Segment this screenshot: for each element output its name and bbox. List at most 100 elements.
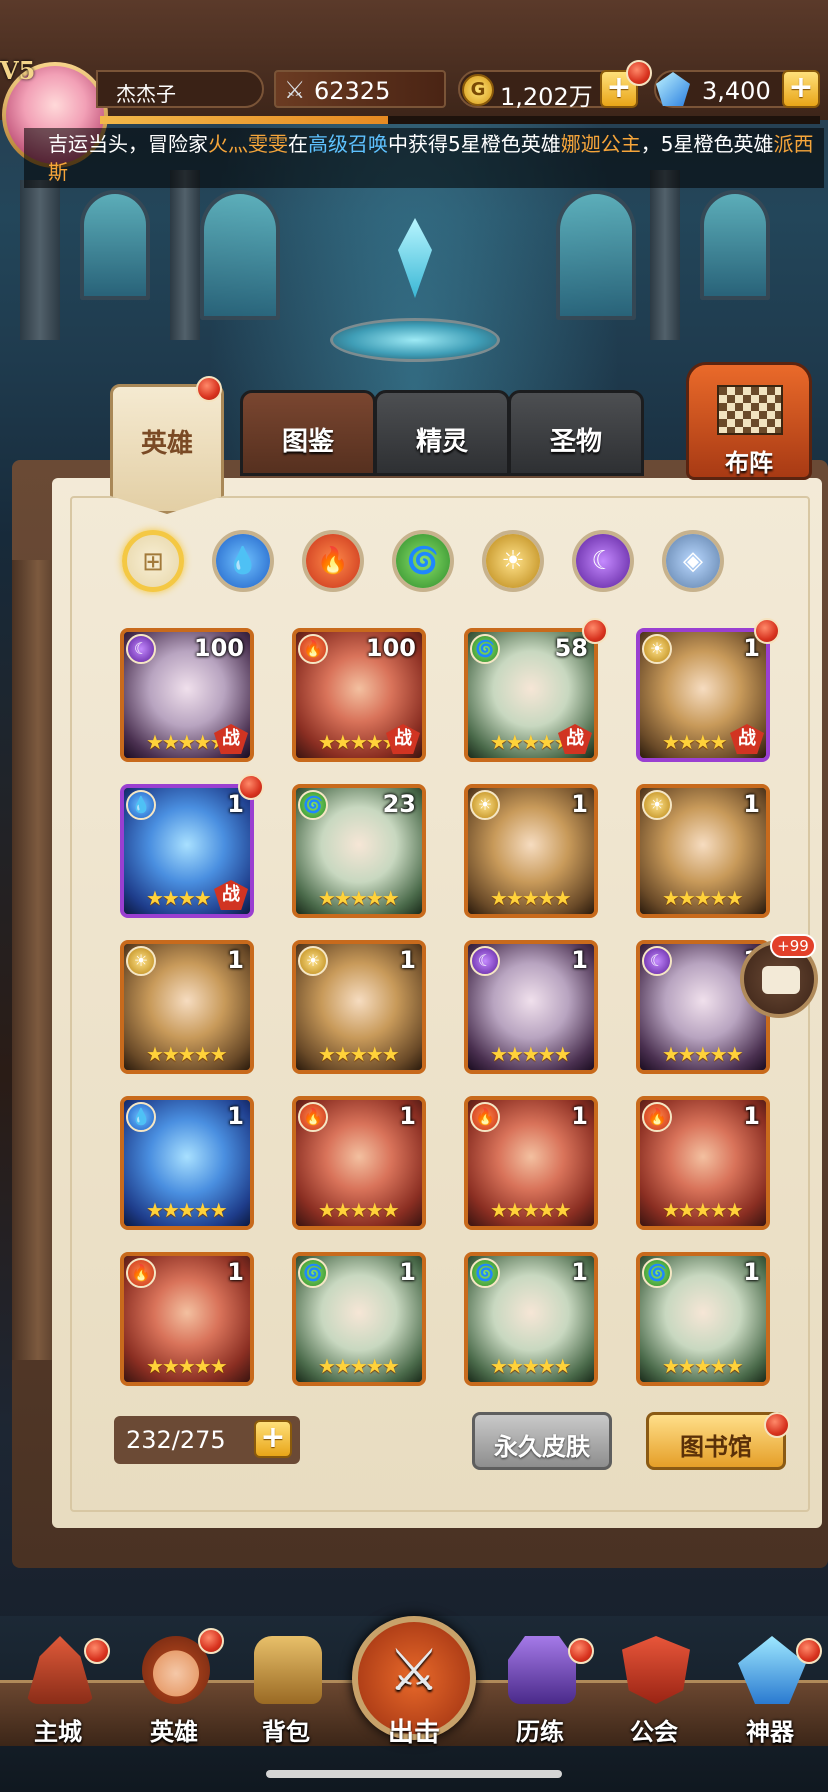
water-element-icon: 💧 — [126, 1102, 156, 1132]
tab-spirit[interactable]: 精灵 — [374, 390, 510, 476]
filter-light[interactable]: ☀ — [482, 530, 544, 592]
hero-card[interactable]: ☀ 1 ★★★★★ — [292, 940, 426, 1074]
player-name-box: 杰杰子 — [96, 70, 264, 108]
player-name: 杰杰子 — [116, 82, 176, 106]
hero-card[interactable]: 🔥 1 ★★★★★ — [464, 1096, 598, 1230]
hero-card[interactable]: 🌀 1 ★★★★★ — [464, 1252, 598, 1386]
tab-relic[interactable]: 圣物 — [508, 390, 644, 476]
notification-dot — [238, 774, 264, 800]
hero-card[interactable]: 🌀 1 ★★★★★ — [636, 1252, 770, 1386]
hero-card[interactable]: 💧 1 ★★★★★ — [120, 1096, 254, 1230]
announce-prefix: 吉运当头，冒险家 — [48, 132, 208, 156]
hero-card[interactable]: ☾ 1 ★★★★★ — [464, 940, 598, 1074]
light-element-icon: ☀ — [642, 634, 672, 664]
hero-card[interactable]: ☀ 1 ★★★★★ — [120, 940, 254, 1074]
hero-stars: ★★★★★ — [146, 1354, 228, 1378]
hero-level: 58 — [554, 634, 588, 662]
tab-codex[interactable]: 图鉴 — [240, 390, 376, 476]
fire-element-icon: 🔥 — [298, 1102, 328, 1132]
tab-heroes[interactable]: 英雄 — [110, 384, 224, 514]
expand-capacity-button[interactable]: + — [254, 1420, 292, 1458]
vip-level: V5 — [0, 56, 36, 85]
hero-card[interactable]: 🔥 100 ★★★★★ 战 — [292, 628, 426, 762]
wind-icon: 🌀 — [396, 534, 450, 588]
hero-card[interactable]: ☾ 100 ★★★★★ 战 — [120, 628, 254, 762]
nav-heroes-label: 英雄 — [150, 1718, 198, 1746]
grid-icon: ⊞ — [142, 547, 164, 577]
notification-dot — [568, 1638, 594, 1664]
hero-level: 1 — [571, 1102, 588, 1130]
fire-element-icon: 🔥 — [126, 1258, 156, 1288]
hero-level: 1 — [743, 790, 760, 818]
window — [556, 190, 636, 320]
nav-artifact-label: 神器 — [746, 1718, 794, 1746]
announcement-marquee: 吉运当头，冒险家火灬雯雯在高级召唤中获得5星橙色英雄娜迦公主，5星橙色英雄派西斯 — [24, 128, 824, 188]
gem-value: 3,400 — [702, 77, 771, 105]
skins-label: 永久皮肤 — [494, 1433, 590, 1461]
hero-level: 1 — [227, 946, 244, 974]
crossed-swords-icon: ⚔ — [284, 76, 306, 104]
hero-card[interactable]: 🔥 1 ★★★★★ — [120, 1252, 254, 1386]
announce-hero-name: 娜迦公主 — [560, 132, 641, 156]
nav-guild[interactable]: 公会 — [604, 1636, 704, 1756]
filter-water[interactable]: 💧 — [212, 530, 274, 592]
permanent-skins-button[interactable]: 永久皮肤 — [472, 1412, 612, 1470]
hero-card[interactable]: 💧 1 ★★★★ 战 — [120, 784, 254, 918]
hero-card[interactable]: 🌀 23 ★★★★★ — [292, 784, 426, 918]
nav-heroes[interactable]: 英雄 — [124, 1636, 224, 1756]
hero-level: 1 — [571, 1258, 588, 1286]
tab-heroes-label: 英雄 — [140, 429, 193, 459]
dark-element-icon: ☾ — [470, 946, 500, 976]
fire-element-icon: 🔥 — [470, 1102, 500, 1132]
hero-level: 100 — [193, 634, 244, 662]
filter-dark[interactable]: ☾ — [572, 530, 634, 592]
hero-card[interactable]: ☀ 1 ★★★★ 战 — [636, 628, 770, 762]
nav-bag[interactable]: 背包 — [236, 1636, 336, 1756]
hero-stars: ★★★★★ — [318, 1042, 400, 1066]
hero-stars: ★★★★★ — [318, 730, 400, 754]
exp-progress-fill — [100, 116, 388, 124]
tab-spirit-label: 精灵 — [415, 427, 468, 457]
filter-void[interactable]: ◈ — [662, 530, 724, 592]
hero-level: 23 — [382, 790, 416, 818]
home-indicator[interactable] — [266, 1770, 562, 1778]
notification-dot — [198, 1628, 224, 1654]
window — [700, 190, 770, 300]
hero-stars: ★★★★ — [662, 730, 728, 754]
pillar — [650, 170, 680, 340]
announce-text: 在 — [288, 132, 308, 156]
hero-stars: ★★★★★ — [662, 1198, 744, 1222]
notification-dot — [796, 1638, 822, 1664]
formation-button[interactable]: 布阵 — [686, 362, 812, 480]
filter-fire[interactable]: 🔥 — [302, 530, 364, 592]
monster-tower-icon — [508, 1636, 576, 1704]
notification-dot — [764, 1412, 790, 1438]
hero-stars: ★★★★★ — [490, 730, 572, 754]
backpack-icon — [254, 1636, 322, 1704]
hero-stars: ★★★★★ — [662, 886, 744, 910]
light-element-icon: ☀ — [126, 946, 156, 976]
hero-card[interactable]: ☀ 1 ★★★★★ — [464, 784, 598, 918]
hero-card[interactable]: 🌀 58 ★★★★★ 战 — [464, 628, 598, 762]
water-drop-icon: 💧 — [216, 534, 270, 588]
filter-all[interactable]: ⊞ — [122, 530, 184, 592]
dark-element-icon: ☾ — [642, 946, 672, 976]
hero-card[interactable]: ☀ 1 ★★★★★ — [636, 784, 770, 918]
announce-text: 中获得5星橙色英雄 — [388, 132, 561, 156]
fire-element-icon: 🔥 — [298, 634, 328, 664]
filter-wind[interactable]: 🌀 — [392, 530, 454, 592]
chat-button[interactable]: +99 — [740, 934, 818, 1018]
hero-card[interactable]: 🔥 1 ★★★★★ — [636, 1096, 770, 1230]
nav-trials-label: 历练 — [516, 1718, 564, 1746]
announce-player-name: 火灬雯雯 — [208, 132, 288, 156]
hero-level: 1 — [227, 1102, 244, 1130]
announce-text: ，5星橙色英雄 — [640, 132, 774, 156]
add-gems-button[interactable]: + — [782, 70, 820, 108]
guild-shield-icon — [622, 1636, 690, 1704]
hero-card[interactable]: 🔥 1 ★★★★★ — [292, 1096, 426, 1230]
wind-element-icon: 🌀 — [298, 1258, 328, 1288]
light-element-icon: ☀ — [470, 790, 500, 820]
hero-card[interactable]: 🌀 1 ★★★★★ — [292, 1252, 426, 1386]
window — [200, 190, 280, 320]
wind-element-icon: 🌀 — [298, 790, 328, 820]
